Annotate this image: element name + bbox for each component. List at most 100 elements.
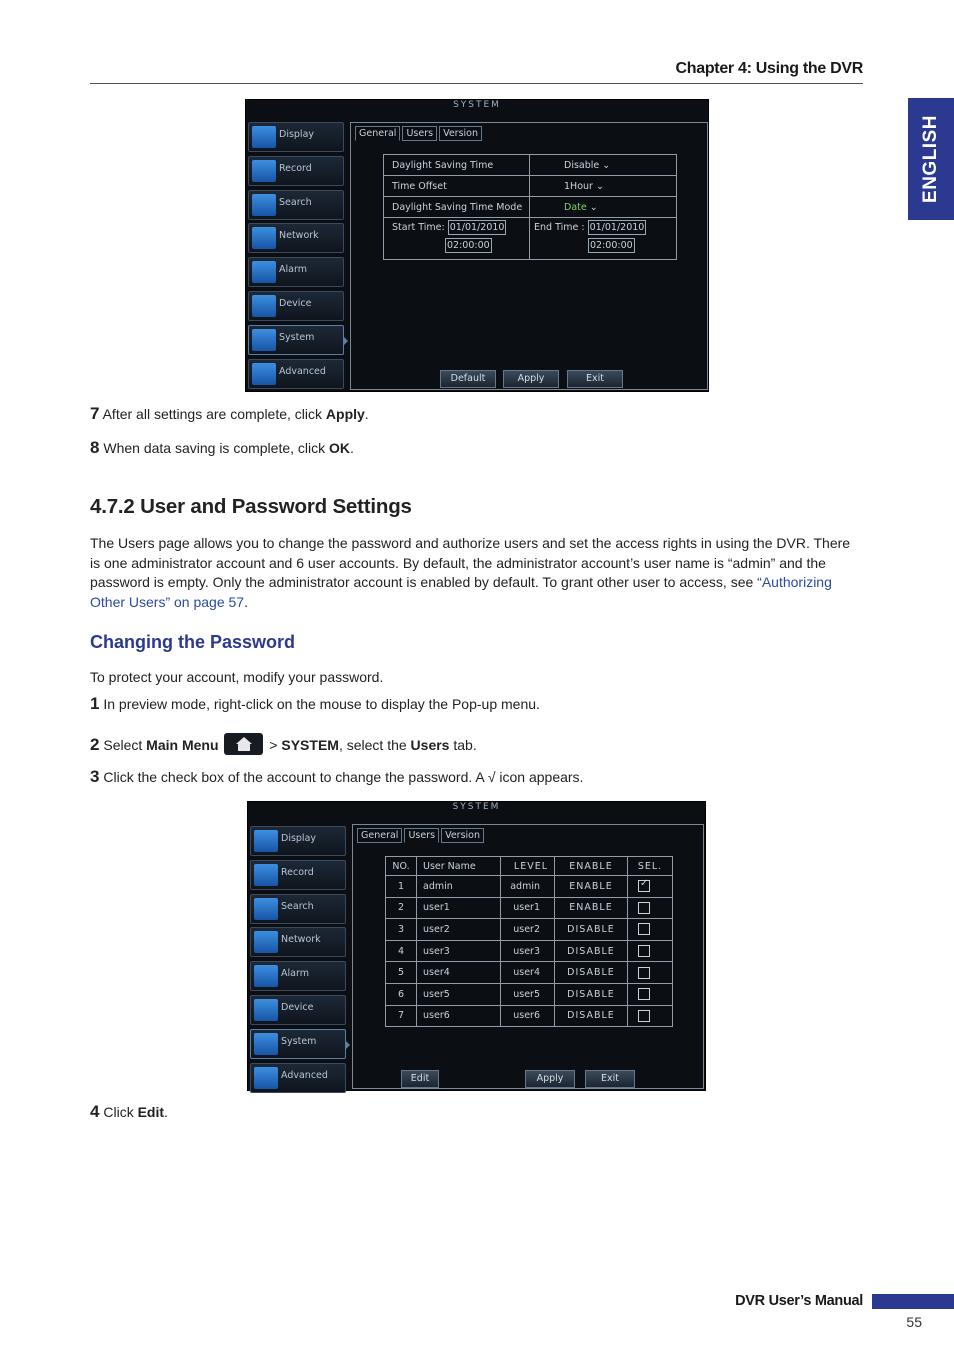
step-text: . (350, 440, 354, 456)
subsection-title: Changing the Password (90, 632, 296, 652)
dvr-menu-label: System (281, 1035, 317, 1047)
cell-level: user5 (500, 982, 555, 1006)
step-4: 4 Click Edit. (90, 1103, 168, 1121)
cell-select (627, 939, 673, 963)
header-divider (90, 83, 863, 84)
table-row: 2 user1 user1 ENABLE (385, 896, 673, 920)
end-time-field: 02:00:00 (588, 238, 635, 253)
table-row: 1 admin admin ENABLE (385, 875, 673, 898)
dvr-menu-label: Record (279, 162, 312, 174)
step-bold: SYSTEM (281, 737, 339, 753)
step-text: Select (103, 737, 147, 753)
wrench-icon (252, 362, 276, 385)
exit-button: Exit (585, 1070, 635, 1088)
apply-button: Apply (525, 1070, 575, 1088)
chevron-down-icon: ⌄ (602, 159, 611, 171)
end-date-field: 01/01/2010 (587, 220, 647, 235)
cell-level: user6 (500, 1004, 555, 1028)
step-number: 8 (90, 438, 100, 457)
dst-value: Disable ⌄ (529, 154, 677, 176)
dvr-menu-label: Device (281, 1001, 314, 1013)
dvr-tab-version: Version (441, 828, 484, 843)
dvr-menu-label: Display (279, 129, 315, 140)
dvr-tabs: General Users Version (357, 828, 486, 843)
chevron-down-icon: ⌄ (595, 180, 604, 192)
start-time-cell: Start Time: 01/01/2010 02:00:00 (383, 217, 530, 260)
step-number: 4 (90, 1102, 100, 1121)
table-row: 5 user4 user4 DISABLE (385, 961, 673, 984)
manual-title: DVR User’s Manual (735, 1293, 863, 1309)
step-number: 7 (90, 404, 100, 423)
cell-select (627, 1004, 673, 1028)
dvr-tab-users: Users (402, 126, 438, 141)
time-offset-value-text: 1Hour (564, 180, 593, 192)
table-row: 4 user3 user3 DISABLE (385, 939, 673, 963)
dvr-menu-display: Display (250, 826, 346, 856)
footer-accent-bar (872, 1294, 954, 1309)
start-time-field: 02:00:00 (445, 238, 492, 253)
edit-button: Edit (401, 1070, 439, 1088)
cell-username: user5 (416, 982, 501, 1006)
dvr-menu-advanced: Advanced (248, 358, 344, 389)
display-icon (252, 126, 276, 148)
gear-icon (254, 1032, 278, 1055)
record-icon (254, 863, 278, 886)
search-icon (252, 193, 276, 216)
users-table: NO. User Name LEVEL ENABLE SEL. 1 admin ad… (385, 856, 673, 1028)
dvr-menu-device: Device (248, 290, 344, 321)
dvr-menu-display: Display (248, 122, 344, 152)
dvr-menu-system: System (248, 324, 348, 355)
section-title: 4.7.2 User and Password Settings (90, 495, 412, 518)
step-text: . (164, 1104, 168, 1120)
device-icon (252, 294, 276, 317)
cell-username: user1 (416, 896, 501, 920)
section-paragraph-end: . (244, 593, 248, 610)
cell-select (627, 961, 673, 984)
cell-level: user1 (500, 896, 555, 920)
page-number: 55 (906, 1314, 922, 1330)
dvr-side-menu: Display Record Search Network Alarm Devi… (248, 122, 348, 392)
col-header-enable: ENABLE (554, 856, 628, 876)
exit-button: Exit (567, 370, 623, 388)
cell-username: user4 (416, 961, 501, 984)
record-icon (252, 159, 276, 182)
cell-select (627, 982, 673, 1006)
dvr-menu-search: Search (248, 189, 344, 220)
dvr-menu-alarm: Alarm (250, 961, 346, 992)
network-icon (252, 227, 276, 250)
select-checkbox (638, 923, 650, 936)
search-icon (254, 897, 278, 920)
dvr-menu-label: Network (279, 230, 319, 242)
col-header-no: NO. (385, 856, 417, 876)
subsection-intro: To protect your account, modify your pas… (90, 669, 384, 685)
end-time-cell: End Time : 01/01/2010 02:00:00 (529, 217, 677, 260)
step-text: Click (103, 1104, 138, 1120)
dvr-menu-label: Network (281, 934, 321, 946)
dvr-menu-label: Advanced (281, 1069, 328, 1081)
step-text: After all settings are complete, click (102, 406, 326, 422)
default-button: Default (440, 370, 496, 388)
cell-enable: DISABLE (554, 918, 628, 941)
select-checkbox (638, 901, 650, 914)
dvr-menu-label: Record (281, 866, 314, 878)
cell-no: 4 (385, 939, 417, 963)
dvr-menu-network: Network (248, 223, 344, 254)
cell-no: 6 (385, 982, 417, 1006)
section-paragraph: The Users page allows you to change the … (90, 534, 860, 612)
dvr-tabs: General Users Version (355, 126, 484, 141)
cell-no: 2 (385, 896, 417, 920)
dvr-menu-label: System (279, 331, 315, 343)
cell-enable: DISABLE (554, 961, 628, 984)
step-bold: Main Menu (146, 737, 219, 753)
step-text: In preview mode, right-click on the mous… (103, 696, 540, 712)
step-8: 8 When data saving is complete, click OK… (90, 439, 354, 457)
col-header-level: LEVEL (500, 856, 555, 876)
dvr-tab-version: Version (439, 126, 482, 141)
end-time-label: End Time : (534, 222, 585, 233)
dvr-menu-label: Search (281, 900, 314, 912)
dvr-screenshot-general: SYSTEM Display Record Search Network Ala… (245, 99, 709, 392)
language-tab-label: ENGLISH (920, 115, 941, 203)
alarm-icon (254, 965, 278, 988)
alarm-icon (252, 261, 276, 284)
dvr-menu-record: Record (248, 155, 344, 186)
